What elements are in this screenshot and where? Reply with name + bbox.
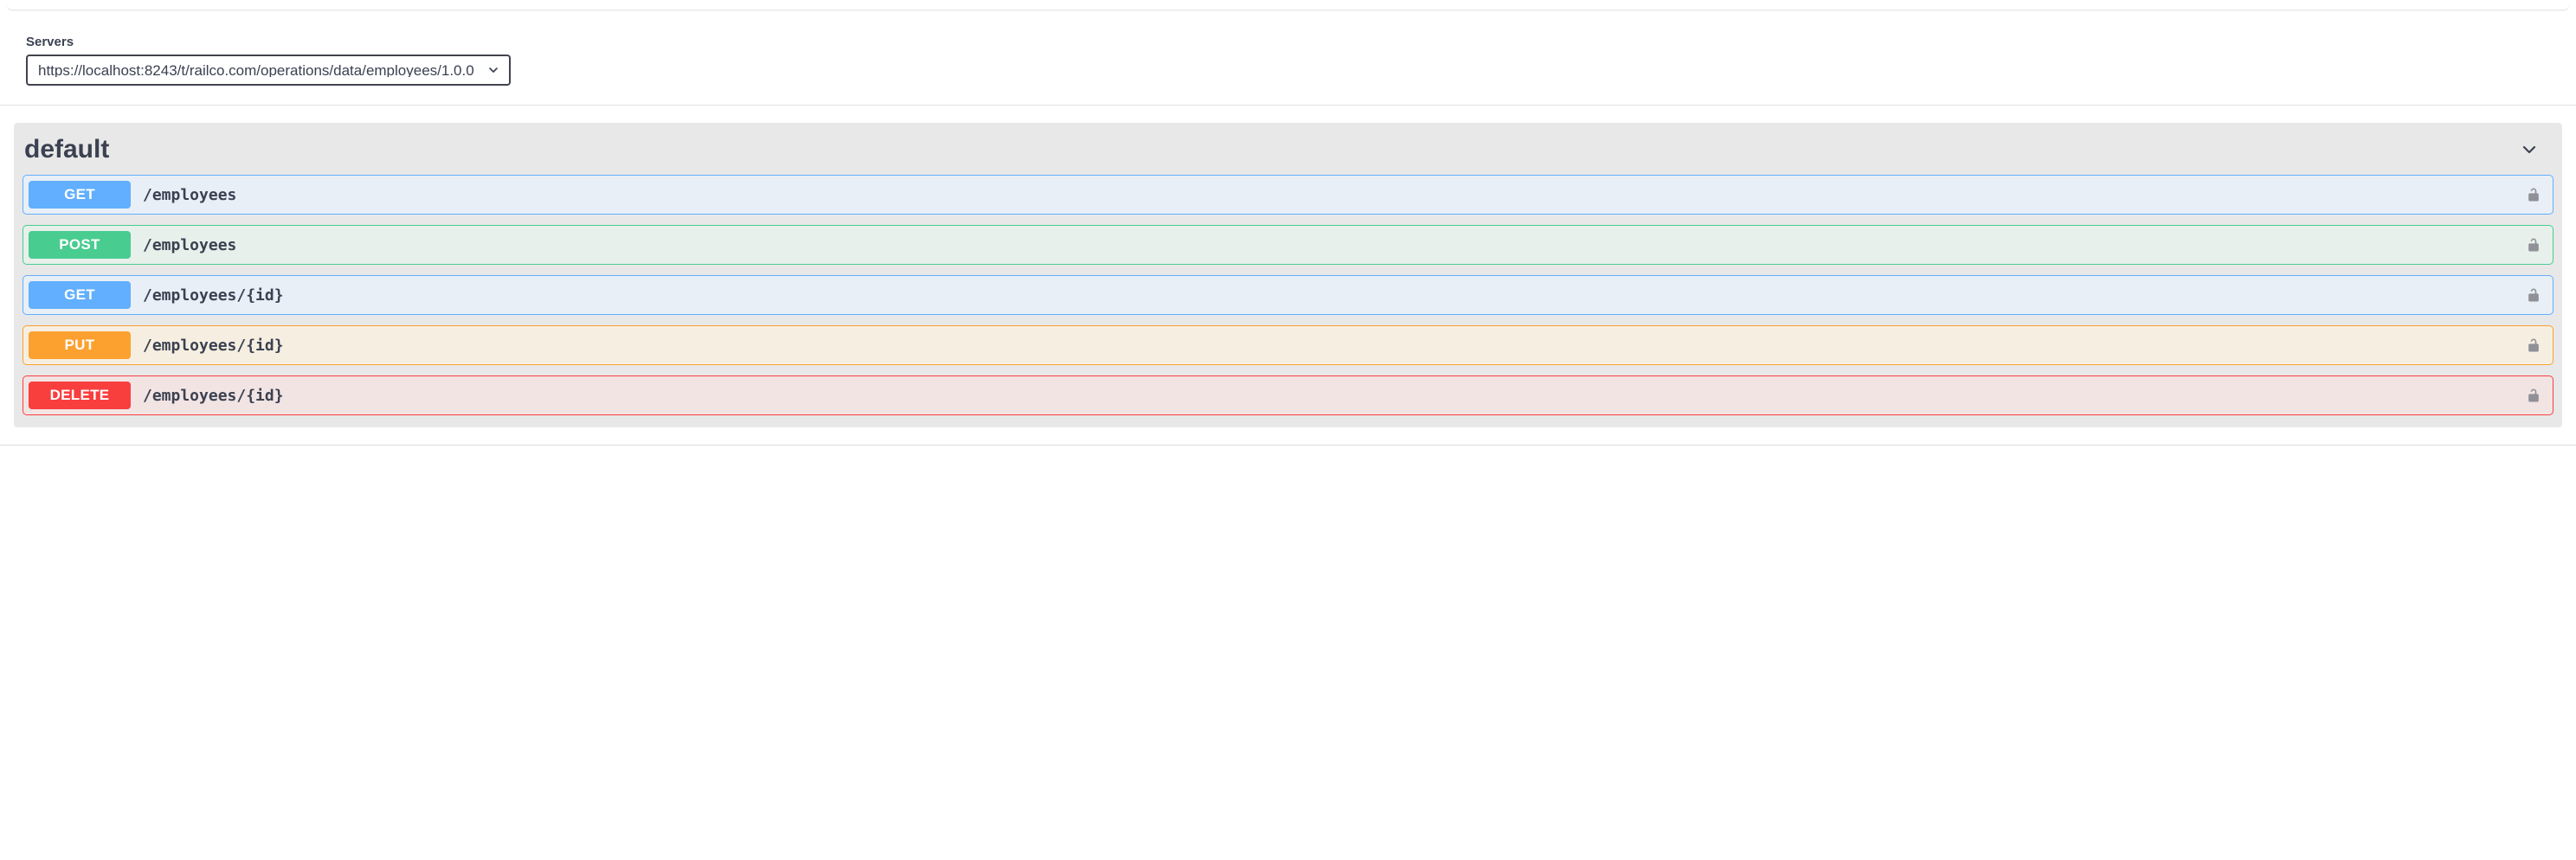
operation-row-get-employee-id[interactable]: GET /employees/{id}	[23, 275, 2553, 315]
operation-path: /employees/{id}	[143, 337, 2518, 355]
top-panel-divider	[7, 0, 2569, 10]
operation-path: /employees	[143, 186, 2518, 204]
lock-open-icon[interactable]	[2525, 337, 2542, 354]
method-badge: POST	[29, 231, 131, 259]
lock-open-icon[interactable]	[2525, 186, 2542, 203]
operation-path: /employees	[143, 236, 2518, 254]
operation-row-get-employees[interactable]: GET /employees	[23, 175, 2553, 215]
operation-row-post-employees[interactable]: POST /employees	[23, 225, 2553, 265]
servers-section: Servers https://localhost:8243/t/railco.…	[0, 10, 2576, 105]
operation-row-delete-employee-id[interactable]: DELETE /employees/{id}	[23, 375, 2553, 415]
operation-path: /employees/{id}	[143, 387, 2518, 405]
method-badge: PUT	[29, 331, 131, 359]
lock-open-icon[interactable]	[2525, 236, 2542, 254]
method-badge: DELETE	[29, 382, 131, 409]
operations-area: default GET /employees POST /employees G…	[0, 105, 2576, 446]
method-badge: GET	[29, 281, 131, 309]
method-badge: GET	[29, 181, 131, 209]
servers-select[interactable]: https://localhost:8243/t/railco.com/oper…	[26, 55, 511, 86]
operation-path: /employees/{id}	[143, 286, 2518, 305]
lock-open-icon[interactable]	[2525, 286, 2542, 304]
tag-header[interactable]: default	[23, 123, 2553, 175]
bottom-spacer	[0, 446, 2576, 465]
servers-label: Servers	[26, 35, 2550, 49]
operation-row-put-employee-id[interactable]: PUT /employees/{id}	[23, 325, 2553, 365]
tag-section: default GET /employees POST /employees G…	[14, 123, 2562, 427]
servers-select-wrap: https://localhost:8243/t/railco.com/oper…	[26, 55, 511, 86]
tag-title: default	[24, 135, 109, 164]
chevron-down-icon	[2519, 139, 2540, 160]
lock-open-icon[interactable]	[2525, 387, 2542, 404]
